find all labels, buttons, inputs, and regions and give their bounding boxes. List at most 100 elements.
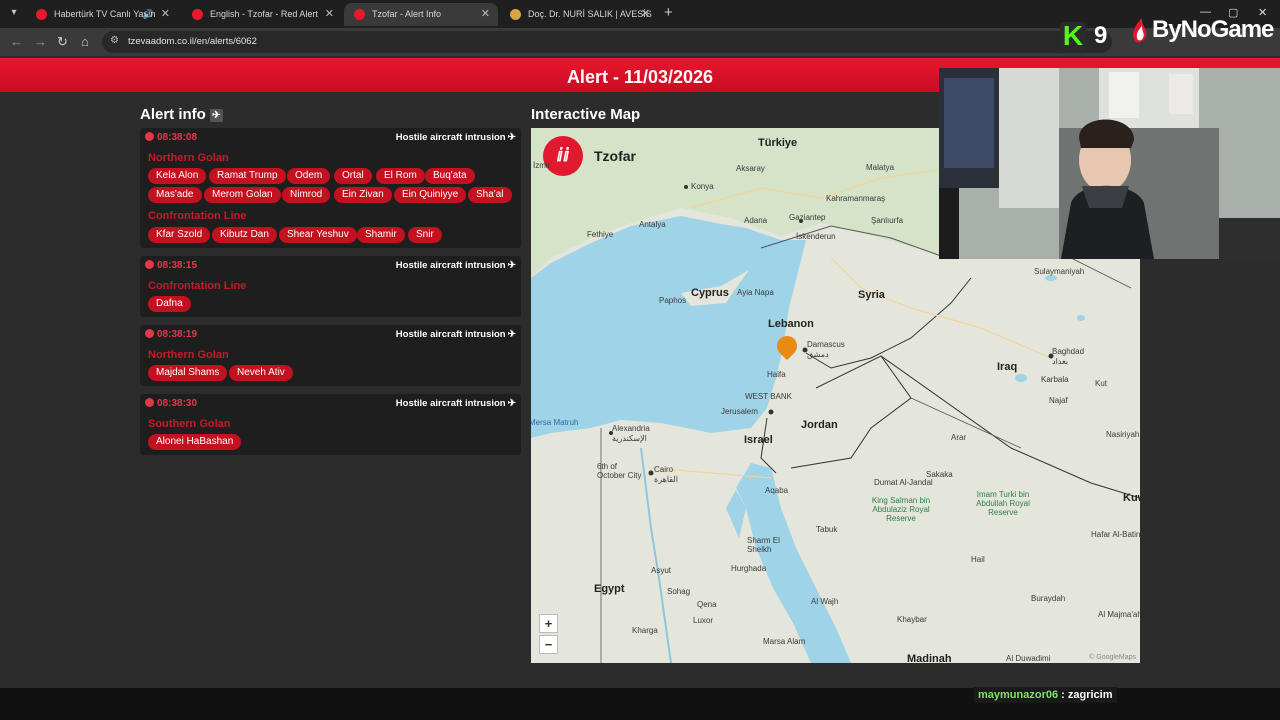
tzofar-favicon-icon bbox=[354, 9, 365, 20]
place-chip[interactable]: Dafna bbox=[148, 296, 191, 312]
close-tab-icon[interactable]: ✕ bbox=[481, 3, 490, 26]
map-label: Karbala bbox=[1041, 375, 1069, 384]
chat-username: maymunazor06 bbox=[978, 689, 1059, 701]
tab-tzofar-alert-info[interactable]: Tzofar - Alert Info ✕ bbox=[344, 3, 498, 26]
place-chip[interactable]: Majdal Shams bbox=[148, 365, 228, 381]
bynogame-text: ByNoGame bbox=[1152, 16, 1274, 43]
forward-icon[interactable]: → bbox=[34, 34, 47, 50]
map-label: Jerusalem bbox=[721, 407, 758, 416]
tab-title: Tzofar - Alert Info bbox=[372, 9, 442, 19]
address-bar[interactable]: ⚙ tzevaadom.co.il/en/alerts/6062 bbox=[102, 31, 1112, 53]
place-chip[interactable]: Merom Golan bbox=[204, 187, 281, 203]
map-label: Haifa bbox=[767, 370, 786, 379]
region-name: Confrontation Line bbox=[148, 210, 247, 222]
place-chip[interactable]: Kfar Szold bbox=[148, 227, 211, 243]
map-label: Gaziantep bbox=[789, 213, 826, 222]
map-label: Najaf bbox=[1049, 396, 1068, 405]
place-chip[interactable]: Ein Quiniyye bbox=[394, 187, 467, 203]
map-label: Iraq bbox=[997, 361, 1018, 373]
map-label: Al Duwadimi bbox=[1006, 654, 1051, 663]
place-chip[interactable]: Ortal bbox=[334, 168, 372, 184]
tab-search-icon[interactable]: ▾ bbox=[6, 5, 22, 21]
region-name: Confrontation Line bbox=[148, 280, 247, 292]
close-tab-icon[interactable]: ✕ bbox=[325, 3, 334, 26]
place-chip[interactable]: Nimrod bbox=[282, 187, 331, 203]
map-label: Kut bbox=[1095, 379, 1108, 388]
map-label: Aqaba bbox=[765, 486, 789, 495]
tab-tzofar-english[interactable]: English - Tzofar - Red Alert ✕ bbox=[182, 3, 342, 26]
tab-haberturk[interactable]: Habertürk TV Canlı Yayın 🔊 ✕ bbox=[26, 3, 178, 26]
youtube-favicon-icon bbox=[36, 9, 47, 20]
map-label: Sohag bbox=[667, 587, 691, 596]
map-label: Asyut bbox=[651, 566, 672, 575]
map-label: Fethiye bbox=[587, 230, 614, 239]
map-label: Hurghada bbox=[731, 564, 767, 573]
map-label: Aksaray bbox=[736, 164, 765, 173]
map-label: Antalya bbox=[639, 220, 666, 229]
region-name: Northern Golan bbox=[148, 349, 229, 361]
clock-icon bbox=[145, 260, 154, 269]
back-icon[interactable]: ← bbox=[10, 34, 23, 50]
map-label: الإسكندرية bbox=[612, 434, 647, 443]
map-label: Lebanon bbox=[768, 318, 814, 330]
map-attribution: © GoogleMaps bbox=[1089, 654, 1136, 661]
plane-icon: ✈ bbox=[507, 398, 516, 409]
place-chip[interactable]: Ein Zivan bbox=[334, 187, 392, 203]
place-chip[interactable]: Odem bbox=[287, 168, 331, 184]
map-label: Kuw bbox=[1123, 492, 1140, 504]
home-icon[interactable]: ⌂ bbox=[81, 34, 89, 50]
map-label: Damascus bbox=[807, 340, 845, 349]
plane-icon: ✈ bbox=[209, 108, 223, 122]
alert-time: 08:38:15 bbox=[145, 260, 197, 271]
place-chip[interactable]: Sha'al bbox=[468, 187, 512, 203]
place-chip[interactable]: El Rom bbox=[376, 168, 425, 184]
alert-card: 08:38:19 Hostile aircraft intrusion ✈ Nor… bbox=[140, 325, 521, 386]
zoom-in-button[interactable]: + bbox=[539, 614, 558, 633]
map-label: Hafar Al-Batin bbox=[1091, 530, 1140, 539]
map-label: Hail bbox=[971, 555, 985, 564]
place-chip[interactable]: Neveh Ativ bbox=[229, 365, 293, 381]
map-label: Kahramanmaraş bbox=[826, 194, 886, 203]
map-label: 6th of October City bbox=[597, 462, 642, 480]
region-name: Southern Golan bbox=[148, 418, 231, 430]
map-label: Malatya bbox=[866, 163, 895, 172]
reload-icon[interactable]: ↻ bbox=[57, 34, 68, 50]
map-label: Al Wajh bbox=[811, 597, 839, 606]
map-label: Baghdad bbox=[1052, 347, 1085, 356]
map-label: Egypt bbox=[594, 583, 625, 595]
place-chip[interactable]: Kela Alon bbox=[148, 168, 207, 184]
place-chip[interactable]: Ramat Trump bbox=[209, 168, 286, 184]
zoom-out-button[interactable]: − bbox=[539, 635, 558, 654]
new-tab-icon[interactable]: + bbox=[664, 4, 673, 21]
speaker-icon[interactable]: 🔊 bbox=[143, 3, 154, 26]
map-label: Sharm El Sheikh bbox=[747, 536, 780, 554]
tab-avesis[interactable]: Doç. Dr. NURİ SALIK | AVESİS ✕ bbox=[500, 3, 658, 26]
place-chip[interactable]: Shear Yeshuv bbox=[279, 227, 357, 243]
map-label: Madinah bbox=[907, 653, 952, 663]
alert-type: Hostile aircraft intrusion ✈ bbox=[395, 260, 516, 271]
map-label: Ayia Napa bbox=[737, 288, 774, 297]
clock-icon bbox=[145, 398, 154, 407]
map-label: Marsa Alam bbox=[763, 637, 806, 646]
viewer-count: 9 bbox=[1094, 22, 1108, 49]
close-tab-icon[interactable]: ✕ bbox=[641, 3, 650, 26]
map-label: Buraydah bbox=[1031, 594, 1066, 603]
chat-text: : zagricim bbox=[1058, 689, 1113, 701]
map-label: King Salman bin Abdulaziz Royal Reserve bbox=[871, 496, 931, 523]
alert-info-heading: Alert info ✈ bbox=[140, 106, 223, 123]
close-tab-icon[interactable]: ✕ bbox=[161, 3, 170, 26]
place-chip[interactable]: Alonei HaBashan bbox=[148, 434, 242, 450]
plane-icon: ✈ bbox=[507, 132, 516, 143]
map-label: Cyprus bbox=[691, 287, 729, 299]
map-label: Türkiye bbox=[758, 137, 798, 149]
tab-title: Doç. Dr. NURİ SALIK | AVESİS bbox=[528, 9, 652, 19]
webcam-overlay bbox=[939, 68, 1280, 259]
place-chip[interactable]: Snir bbox=[408, 227, 442, 243]
place-chip[interactable]: Buq'ata bbox=[425, 168, 475, 184]
place-chip[interactable]: Mas'ade bbox=[148, 187, 202, 203]
place-chip[interactable]: Kibutz Dan bbox=[212, 227, 277, 243]
webcam-feed bbox=[939, 68, 1280, 259]
map-label: Adana bbox=[744, 216, 768, 225]
place-chip[interactable]: Shamir bbox=[357, 227, 405, 243]
site-info-icon[interactable]: ⚙ bbox=[110, 35, 119, 46]
